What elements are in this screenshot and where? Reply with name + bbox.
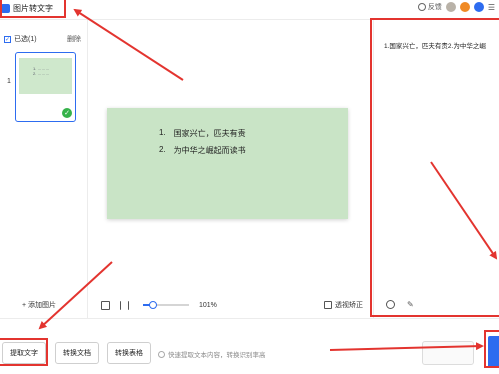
- delete-button[interactable]: 删除: [67, 34, 81, 44]
- cube-icon: [324, 301, 332, 309]
- check-icon: ✓: [62, 108, 72, 118]
- rotate-icon[interactable]: [101, 300, 110, 310]
- left-panel: ✓ 已选(1) 删除 1 1. ……… 2. ……… ✓ + 添加图片: [0, 20, 88, 318]
- selected-label: 已选(1): [14, 36, 37, 43]
- doc-line-number: 2.: [159, 145, 166, 154]
- perspective-correct-button[interactable]: 透视矫正: [324, 300, 363, 310]
- thumbnail-preview: 1. ……… 2. ………: [19, 58, 72, 94]
- title-bar: 图片转文字 反馈 ☰: [0, 0, 499, 20]
- add-image-button[interactable]: + 添加图片: [22, 300, 56, 310]
- doc-line: 2. 为中华之崛起而读书: [159, 145, 348, 162]
- start-highlight-box: [484, 330, 499, 368]
- member-icon[interactable]: [473, 2, 484, 12]
- extract-highlight-box: [0, 338, 48, 366]
- feedback-button[interactable]: 反馈: [417, 2, 442, 12]
- checkbox-icon: ✓: [4, 35, 11, 43]
- hint: 快速提取文本内容，转换识别率高: [158, 349, 266, 359]
- select-all-checkbox[interactable]: ✓ 已选(1): [4, 34, 37, 44]
- preview-toolbar: 101% 透视矫正: [101, 300, 363, 310]
- feedback-label: 反馈: [427, 4, 442, 11]
- selection-row: ✓ 已选(1) 删除: [4, 34, 81, 44]
- doc-line-text: 为中华之崛起而读书: [173, 146, 246, 155]
- fit-icon[interactable]: [120, 300, 129, 310]
- thumb-index: 1: [7, 78, 11, 85]
- convert-doc-button[interactable]: 转换文档: [55, 342, 99, 364]
- doc-line-text: 国家兴亡，匹夫有责: [173, 129, 246, 138]
- header-tools: 反馈 ☰: [417, 2, 495, 12]
- zoom-slider[interactable]: [143, 301, 189, 309]
- title-highlight-box: [0, 0, 66, 18]
- perspective-label: 透视矫正: [335, 302, 363, 309]
- zoom-value: 101%: [199, 301, 217, 309]
- preview-area: 1. 国家兴亡，匹夫有责 2. 为中华之崛起而读书 101% 透视矫正: [89, 20, 370, 318]
- doc-line-number: 1.: [159, 128, 166, 137]
- thumb-line: 2. ………: [33, 71, 50, 76]
- vip-icon[interactable]: [459, 2, 470, 12]
- secondary-button[interactable]: [422, 341, 474, 365]
- doc-line: 1. 国家兴亡，匹夫有责: [159, 128, 348, 145]
- zoom-slider-knob[interactable]: [149, 301, 158, 309]
- document-image: 1. 国家兴亡，匹夫有责 2. 为中华之崛起而读书: [107, 108, 348, 219]
- bottom-bar: 提取文字 转换文档 转换表格 快速提取文本内容，转换识别率高: [0, 318, 499, 374]
- convert-table-button[interactable]: 转换表格: [107, 342, 151, 364]
- avatar[interactable]: [445, 2, 456, 12]
- info-icon: [158, 350, 165, 358]
- add-image-label: + 添加图片: [22, 302, 57, 309]
- result-highlight-box: [370, 18, 499, 317]
- hint-text: 快速提取文本内容，转换识别率高: [168, 352, 266, 359]
- menu-icon[interactable]: ☰: [488, 3, 495, 12]
- image-thumbnail[interactable]: 1. ……… 2. ……… ✓: [15, 52, 76, 122]
- feedback-icon: [417, 3, 426, 11]
